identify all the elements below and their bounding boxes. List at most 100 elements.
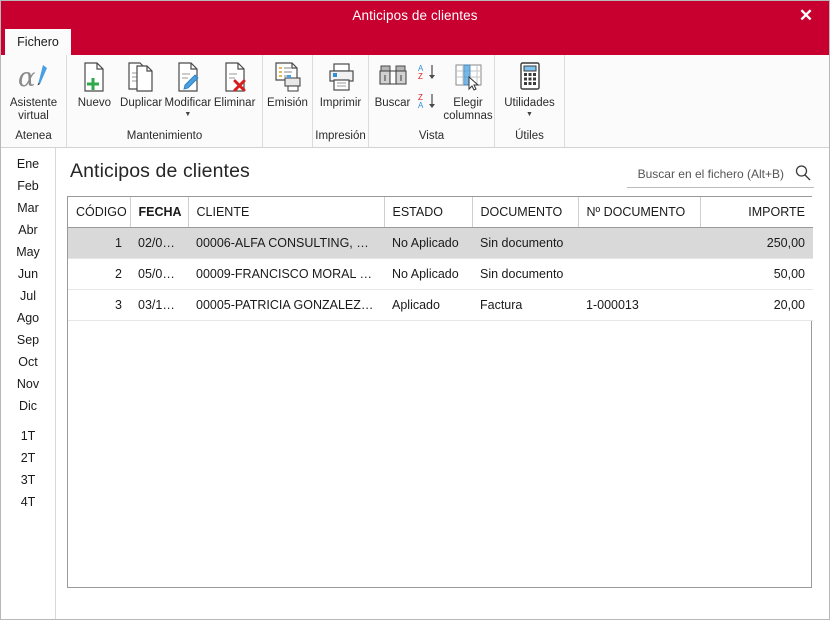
buscar-button[interactable]: Buscar	[369, 57, 416, 110]
title-bar: Anticipos de clientes ✕ Fichero	[1, 1, 829, 55]
utilidades-button[interactable]: Utilidades ▼	[496, 57, 564, 119]
ribbon-group-atenea: α Asistente virtual Atenea	[1, 55, 67, 147]
emision-label: Emisión	[267, 97, 308, 109]
ribbon-toolbar: α Asistente virtual Atenea Nuevo Duplica…	[1, 55, 829, 148]
sidebar-item-abr[interactable]: Abr	[1, 219, 55, 241]
column-header-documento[interactable]: DOCUMENTO	[472, 197, 579, 228]
nuevo-button[interactable]: Nuevo	[72, 57, 116, 110]
eliminar-label: Eliminar	[213, 97, 256, 109]
emision-button[interactable]: Emisión	[263, 57, 312, 110]
sort-ascending-icon[interactable]: A Z	[418, 63, 440, 86]
column-header-fecha[interactable]: FECHA	[130, 197, 189, 228]
ribbon-group-title-mantenimiento: Mantenimiento	[126, 130, 203, 142]
sidebar-item-sep[interactable]: Sep	[1, 329, 55, 351]
choose-columns-icon	[452, 59, 484, 95]
column-header-importe[interactable]: IMPORTE	[700, 197, 813, 228]
period-sidebar: Ene Feb Mar Abr May Jun Jul Ago Sep Oct …	[1, 148, 56, 619]
sidebar-item-mar[interactable]: Mar	[1, 197, 55, 219]
cell-importe: 250,00	[700, 227, 813, 259]
search-icon[interactable]	[794, 164, 812, 182]
chevron-down-icon[interactable]: ▼	[526, 111, 533, 119]
table-row[interactable]: 1 02/02/... 00006-ALFA CONSULTING, S.L. …	[68, 227, 813, 259]
svg-text:A: A	[418, 101, 424, 110]
cell-fecha: 05/05/...	[130, 258, 188, 290]
sidebar-item-oct[interactable]: Oct	[1, 351, 55, 373]
sidebar-item-feb[interactable]: Feb	[1, 175, 55, 197]
buscar-label: Buscar	[374, 97, 411, 109]
page-title: Anticipos de clientes	[70, 160, 250, 182]
cell-codigo: 2	[68, 258, 130, 290]
ribbon-group-title-emision	[263, 129, 312, 147]
ribbon-group-impresion: Imprimir Impresión	[313, 55, 369, 147]
column-header-codigo[interactable]: CÓDIGO	[68, 197, 131, 228]
ribbon-group-title-impresion: Impresión	[315, 130, 366, 142]
table-row[interactable]: 2 05/05/... 00009-FRANCISCO MORAL MIRAS …	[68, 258, 813, 290]
elegir-columnas-label: Elegir columnas	[443, 97, 493, 122]
sidebar-divider	[1, 417, 55, 425]
ribbon-group-vista: Buscar A Z Z A Elegir columnas Vista	[369, 55, 495, 147]
anticipos-table: CÓDIGO FECHA CLIENTE ESTADO DOCUMENTO Nº…	[68, 197, 813, 321]
sidebar-item-jun[interactable]: Jun	[1, 263, 55, 285]
cell-importe: 50,00	[700, 258, 813, 290]
sidebar-item-ene[interactable]: Ene	[1, 153, 55, 175]
cell-estado: Aplicado	[384, 289, 472, 321]
sidebar-item-may[interactable]: May	[1, 241, 55, 263]
tab-fichero[interactable]: Fichero	[5, 29, 71, 55]
duplicar-label: Duplicar	[120, 97, 163, 109]
cell-ndocumento: 1-000013	[578, 289, 700, 321]
data-grid: CÓDIGO FECHA CLIENTE ESTADO DOCUMENTO Nº…	[67, 196, 813, 588]
report-emission-icon	[272, 59, 304, 95]
sidebar-item-1t[interactable]: 1T	[1, 425, 55, 447]
printer-icon	[325, 59, 357, 95]
imprimir-label: Imprimir	[319, 97, 362, 109]
eliminar-button[interactable]: Eliminar	[213, 57, 257, 110]
cell-codigo: 3	[68, 289, 130, 321]
column-header-cliente[interactable]: CLIENTE	[188, 197, 385, 228]
utilidades-label: Utilidades	[504, 97, 555, 109]
cell-cliente: 00006-ALFA CONSULTING, S.L.	[188, 227, 384, 259]
column-header-ndocumento[interactable]: Nº DOCUMENTO	[578, 197, 701, 228]
main-content: Anticipos de clientes Buscar en el fiche…	[57, 148, 829, 619]
chevron-down-icon[interactable]: ▼	[184, 111, 191, 119]
cell-fecha: 02/02/...	[130, 227, 188, 259]
close-icon[interactable]: ✕	[791, 3, 821, 29]
edit-document-icon	[173, 59, 203, 95]
svg-text:α: α	[18, 63, 36, 92]
binoculars-icon	[377, 59, 409, 95]
sidebar-item-4t[interactable]: 4T	[1, 491, 55, 513]
table-row[interactable]: 3 03/12/... 00005-PATRICIA GONZALEZ MORE…	[68, 289, 813, 321]
asistente-virtual-label: Asistente virtual	[9, 97, 58, 122]
cell-fecha: 03/12/...	[130, 289, 188, 321]
ribbon-group-utiles: Utilidades ▼ Útiles	[495, 55, 565, 147]
column-header-estado[interactable]: ESTADO	[384, 197, 473, 228]
modificar-button[interactable]: Modificar ▼	[165, 57, 211, 119]
asistente-virtual-button[interactable]: α Asistente virtual	[2, 57, 66, 123]
table-header-row: CÓDIGO FECHA CLIENTE ESTADO DOCUMENTO Nº…	[68, 197, 813, 228]
sidebar-item-jul[interactable]: Jul	[1, 285, 55, 307]
sidebar-item-ago[interactable]: Ago	[1, 307, 55, 329]
alpha-pen-icon: α	[17, 59, 51, 95]
cell-ndocumento	[578, 227, 700, 259]
elegir-columnas-button[interactable]: Elegir columnas	[442, 57, 494, 123]
sort-descending-icon[interactable]: Z A	[418, 92, 440, 115]
cell-documento: Sin documento	[472, 227, 578, 259]
cell-estado: No Aplicado	[384, 258, 472, 290]
nuevo-label: Nuevo	[77, 97, 111, 109]
search-input[interactable]	[627, 161, 788, 187]
sidebar-item-dic[interactable]: Dic	[1, 395, 55, 417]
cell-documento: Sin documento	[472, 258, 578, 290]
ribbon-group-title-utiles: Útiles	[515, 130, 544, 142]
duplicar-button[interactable]: Duplicar	[119, 57, 163, 110]
sidebar-item-3t[interactable]: 3T	[1, 469, 55, 491]
window-title: Anticipos de clientes	[352, 8, 478, 23]
cell-cliente: 00009-FRANCISCO MORAL MIRAS	[188, 258, 384, 290]
ribbon-group-mantenimiento: Nuevo Duplicar Modificar ▼ Eliminar Mant…	[67, 55, 263, 147]
imprimir-button[interactable]: Imprimir	[314, 57, 368, 110]
sidebar-item-nov[interactable]: Nov	[1, 373, 55, 395]
new-document-icon	[79, 59, 109, 95]
sidebar-item-2t[interactable]: 2T	[1, 447, 55, 469]
application-window: Anticipos de clientes ✕ Fichero α Asiste…	[0, 0, 830, 620]
ribbon-group-title-atenea: Atenea	[15, 130, 52, 142]
cell-estado: No Aplicado	[384, 227, 472, 259]
duplicate-document-icon	[126, 59, 156, 95]
